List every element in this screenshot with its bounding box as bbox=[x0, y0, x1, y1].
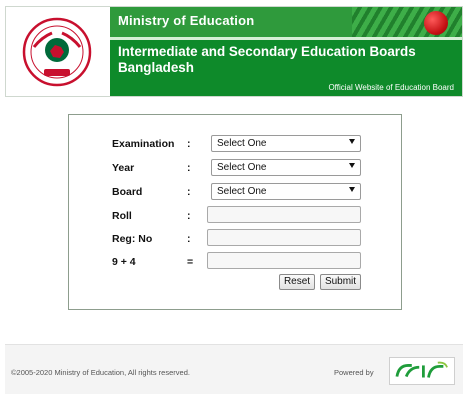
site-header: Ministry of Education Intermediate and S… bbox=[5, 6, 463, 97]
examination-label: Examination bbox=[112, 138, 175, 150]
result-form: Examination : Select One Year : Select O… bbox=[68, 114, 402, 310]
year-label: Year bbox=[112, 162, 135, 174]
board-select-value: Select One bbox=[217, 186, 267, 197]
year-select[interactable]: Select One bbox=[211, 159, 361, 176]
captcha-input[interactable] bbox=[207, 252, 361, 269]
chevron-down-icon bbox=[349, 163, 355, 168]
banner-divider bbox=[110, 37, 462, 40]
board-title: Intermediate and Secondary Education Boa… bbox=[118, 44, 416, 75]
chevron-down-icon bbox=[349, 139, 355, 144]
board-colon: : bbox=[187, 186, 191, 198]
reset-button[interactable]: Reset bbox=[279, 274, 315, 290]
chevron-down-icon bbox=[349, 187, 355, 192]
copyright-text: ©2005-2020 Ministry of Education, All ri… bbox=[11, 368, 190, 377]
roll-input[interactable] bbox=[207, 206, 361, 223]
site-footer: ©2005-2020 Ministry of Education, All ri… bbox=[5, 344, 463, 394]
board-label: Board bbox=[112, 186, 143, 198]
roll-colon: : bbox=[187, 210, 191, 222]
year-colon: : bbox=[187, 162, 191, 174]
year-select-value: Select One bbox=[217, 162, 267, 173]
teletalk-logo-icon[interactable] bbox=[389, 357, 455, 385]
reg-no-label: Reg: No bbox=[112, 233, 153, 245]
examination-select-value: Select One bbox=[217, 138, 267, 149]
examination-colon: : bbox=[187, 138, 191, 150]
page: Ministry of Education Intermediate and S… bbox=[0, 0, 474, 400]
reg-no-input[interactable] bbox=[207, 229, 361, 246]
submit-button[interactable]: Submit bbox=[320, 274, 361, 290]
logo-box bbox=[6, 7, 110, 96]
roll-label: Roll bbox=[112, 210, 132, 222]
official-website-link[interactable]: Official Website of Education Board bbox=[328, 83, 454, 92]
powered-by-text: Powered by bbox=[334, 368, 374, 377]
header-banner: Ministry of Education Intermediate and S… bbox=[110, 7, 462, 96]
red-ball-icon bbox=[424, 11, 448, 35]
ministry-title: Ministry of Education bbox=[118, 13, 255, 28]
captcha-label: 9 + 4 bbox=[112, 256, 136, 268]
govt-emblem-icon bbox=[22, 17, 92, 87]
reg-no-colon: : bbox=[187, 233, 191, 245]
captcha-equals: = bbox=[187, 256, 194, 268]
examination-select[interactable]: Select One bbox=[211, 135, 361, 152]
board-select[interactable]: Select One bbox=[211, 183, 361, 200]
